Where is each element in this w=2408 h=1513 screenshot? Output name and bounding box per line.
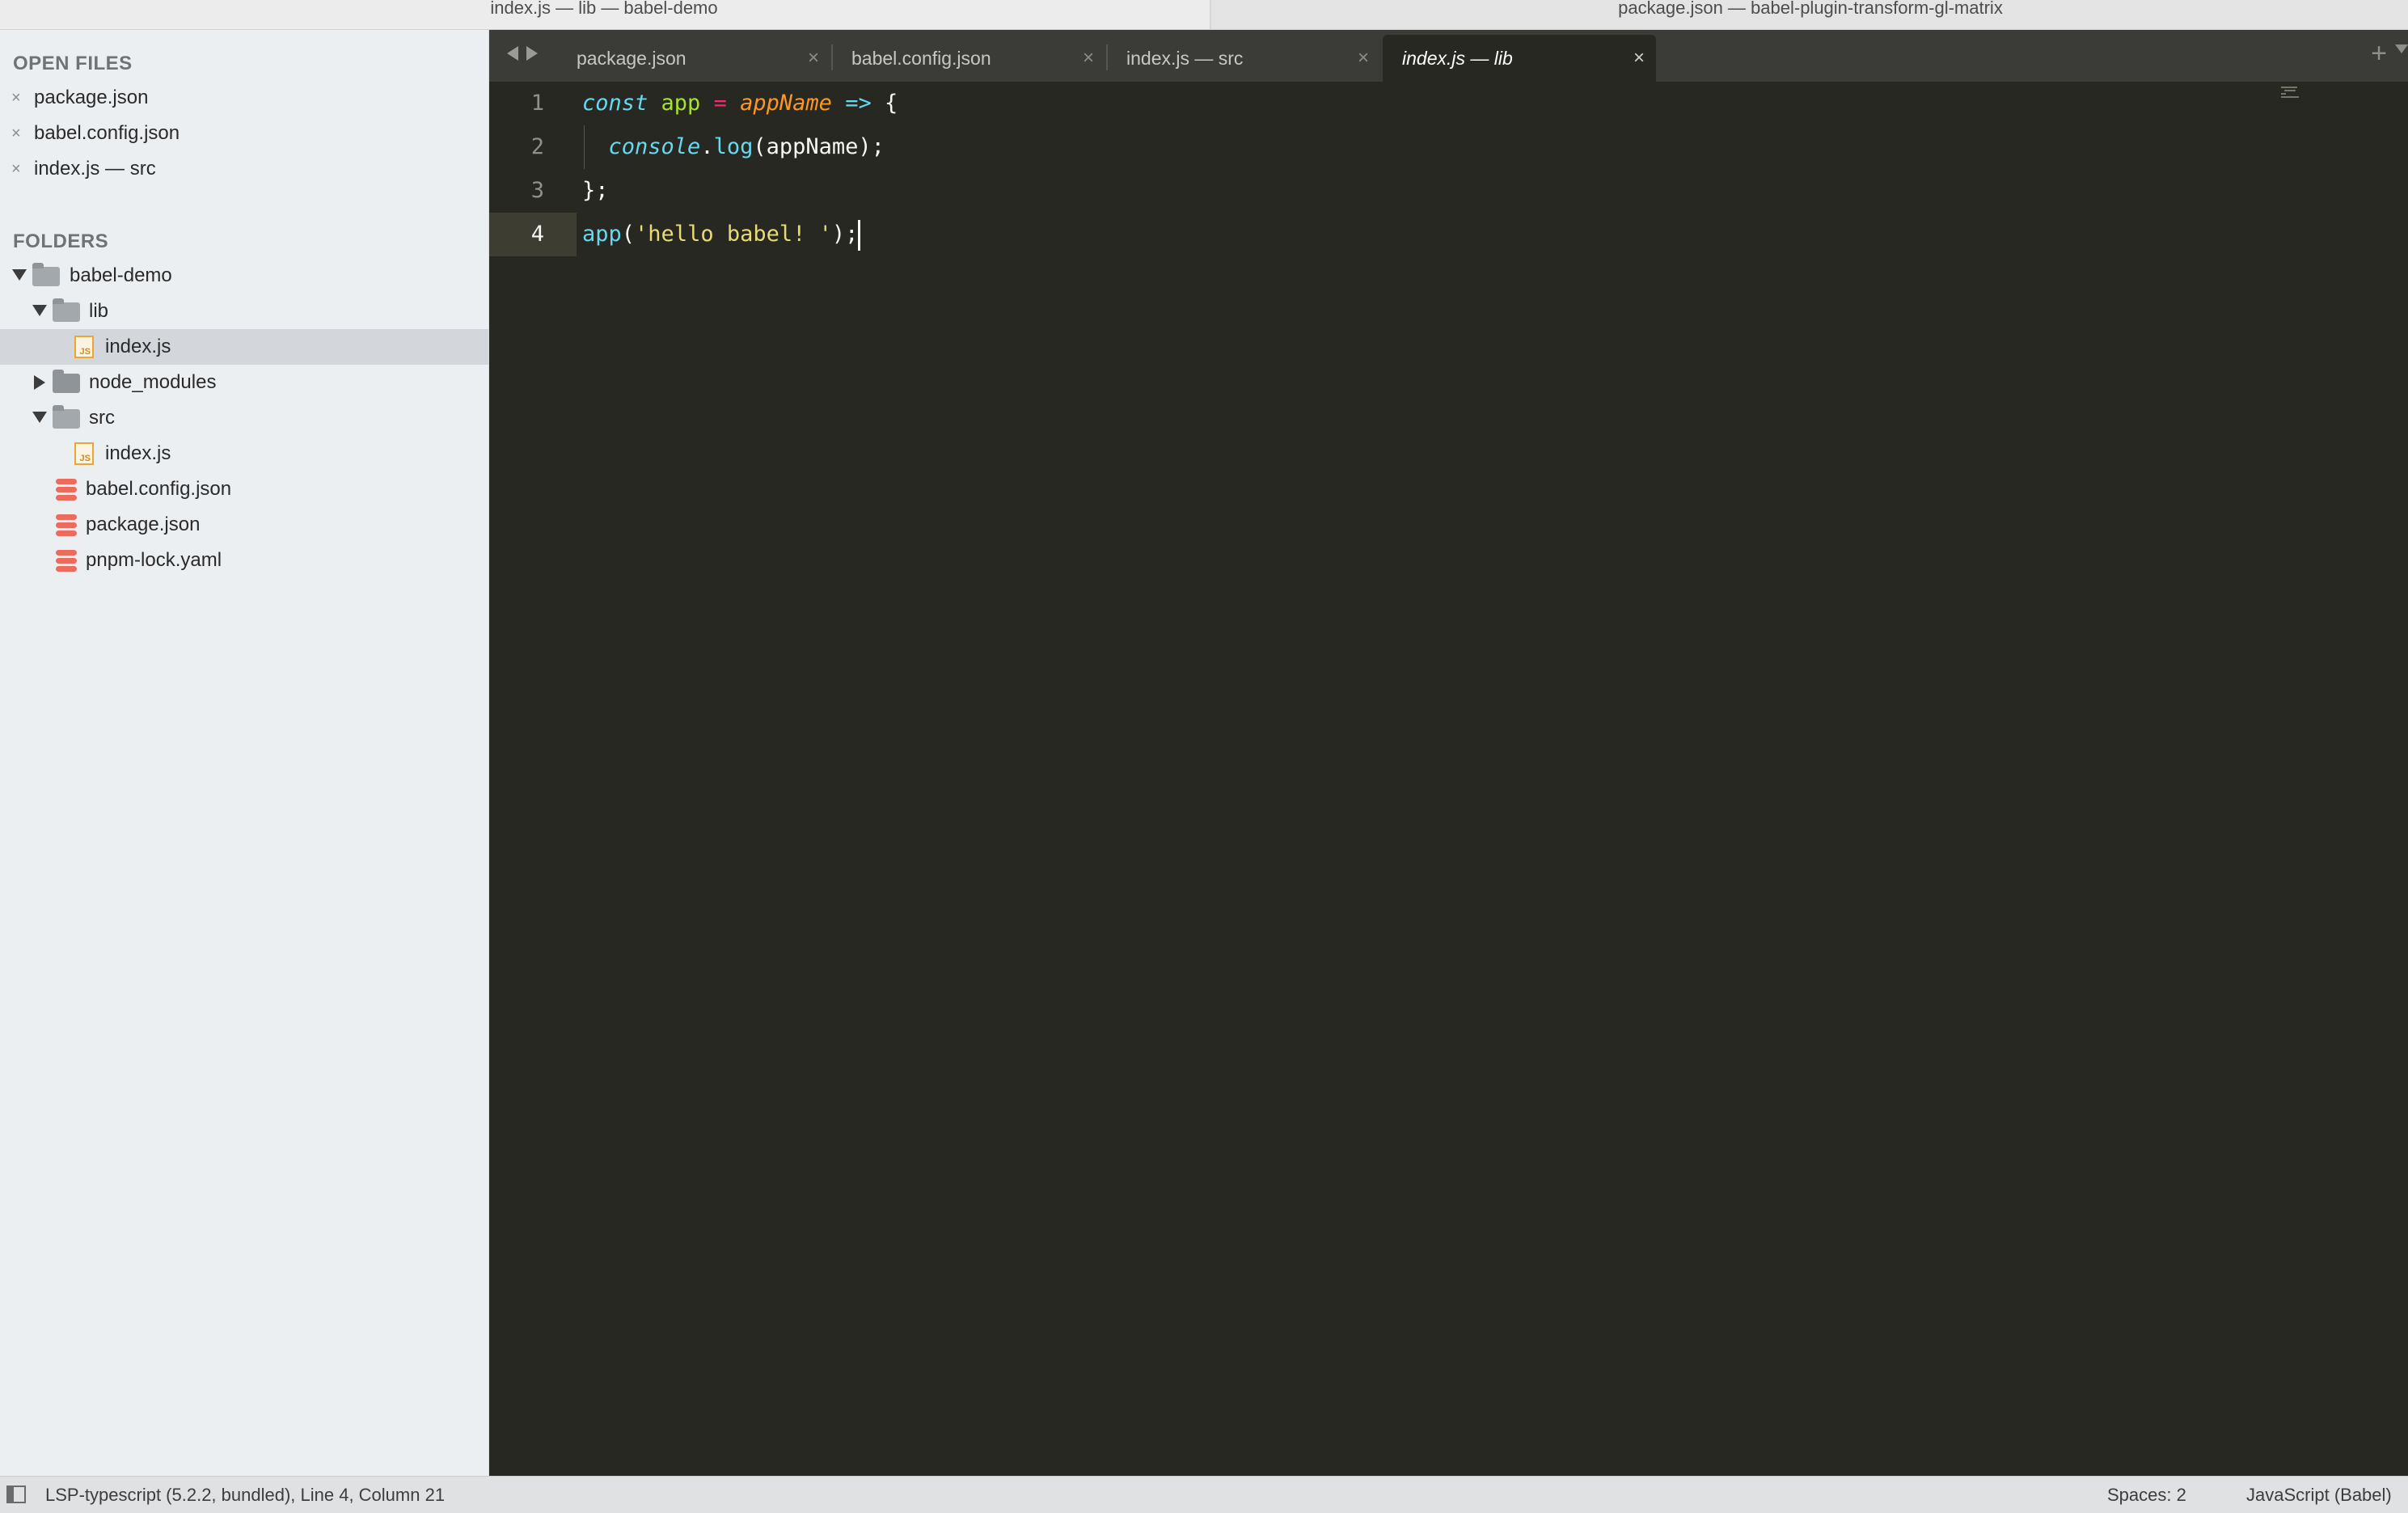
open-file-babel-config[interactable]: × babel.config.json (0, 116, 488, 151)
code-token: ); (831, 222, 859, 247)
js-file-icon: JS (74, 336, 94, 358)
code-token: { (871, 91, 898, 116)
chevron-right-icon[interactable] (34, 375, 45, 390)
chevron-right-icon[interactable] (526, 46, 538, 61)
minimap[interactable] (2281, 87, 2302, 98)
close-icon[interactable]: × (1083, 35, 1094, 82)
code-token: app (582, 222, 622, 247)
line-number: 1 (530, 91, 544, 116)
tree-label: node_modules (89, 371, 217, 393)
folders-header: FOLDERS (13, 230, 109, 252)
window-titlebar: index.js — lib — babel-demo package.json… (0, 0, 2408, 30)
tree-label: babel-demo (70, 264, 172, 286)
open-file-label: index.js — src (34, 158, 156, 180)
code-line[interactable]: console.log(appName); (582, 125, 885, 169)
tab-index-src[interactable]: index.js — src × (1107, 35, 1380, 82)
close-icon[interactable]: × (11, 116, 21, 151)
code-token: appName (740, 91, 832, 116)
tab-bar: package.json × babel.config.json × index… (489, 30, 2408, 82)
json-file-icon (56, 514, 77, 537)
window-title-right[interactable]: package.json — babel-plugin-transform-gl… (1210, 0, 2408, 29)
tree-label: pnpm-lock.yaml (86, 549, 222, 571)
tree-folder-node-modules[interactable]: node_modules (0, 365, 488, 400)
line-number: 2 (530, 134, 544, 159)
code-token: const (582, 91, 648, 116)
line-number: 3 (530, 178, 544, 203)
code-editor[interactable]: 1 2 3 4 const app = appName => { console… (489, 82, 2408, 1476)
line-number-current: 4 (530, 222, 544, 247)
tree-label: package.json (86, 513, 201, 535)
tab-babel-config[interactable]: babel.config.json × (832, 35, 1105, 82)
close-icon[interactable]: × (1633, 35, 1645, 82)
chevron-left-icon[interactable] (507, 46, 518, 61)
close-icon[interactable]: × (808, 35, 819, 82)
chevron-down-icon[interactable] (32, 305, 47, 316)
open-files-header: OPEN FILES (13, 53, 133, 74)
status-syntax[interactable]: JavaScript (Babel) (2246, 1477, 2392, 1513)
close-icon[interactable]: × (11, 80, 21, 116)
tab-label: babel.config.json (851, 48, 991, 69)
folder-icon (53, 298, 80, 322)
code-line[interactable]: app('hello babel! '); (582, 213, 861, 256)
folder-icon (53, 405, 80, 429)
tree-label: index.js (105, 336, 171, 357)
json-file-icon (56, 479, 77, 501)
code-token: }; (582, 178, 609, 203)
folder-icon (32, 263, 60, 286)
code-token: console (608, 134, 701, 159)
tab-label: index.js — src (1126, 48, 1244, 69)
status-indentation[interactable]: Spaces: 2 (2107, 1477, 2186, 1513)
code-token: ( (621, 222, 636, 247)
close-icon[interactable]: × (1358, 35, 1369, 82)
yaml-file-icon (56, 550, 77, 573)
open-file-index-src[interactable]: × index.js — src (0, 151, 488, 187)
tree-file-pnpm-lock[interactable]: pnpm-lock.yaml (0, 543, 488, 578)
sidebar-toggle-icon[interactable] (6, 1486, 26, 1503)
tree-folder-src[interactable]: src (0, 400, 488, 436)
code-token: => (845, 91, 872, 116)
tab-label: index.js — lib (1402, 48, 1513, 69)
open-file-package-json[interactable]: × package.json (0, 80, 488, 116)
tree-label: babel.config.json (86, 478, 232, 500)
tab-label: package.json (577, 48, 686, 69)
chevron-down-icon[interactable] (2395, 44, 2408, 53)
code-token: = (713, 91, 727, 116)
open-file-label: package.json (34, 87, 149, 108)
tree-file-lib-index-js[interactable]: JS index.js (0, 329, 488, 365)
status-bar: LSP-typescript (5.2.2, bundled), Line 4,… (0, 1476, 2408, 1513)
tab-package-json[interactable]: package.json × (557, 35, 830, 82)
chevron-down-icon[interactable] (12, 269, 27, 281)
js-file-icon: JS (74, 442, 94, 465)
tree-folder-babel-demo[interactable]: babel-demo (0, 258, 488, 294)
open-file-label: babel.config.json (34, 122, 180, 144)
chevron-down-icon[interactable] (32, 412, 47, 423)
sidebar: OPEN FILES × package.json × babel.config… (0, 30, 489, 1476)
tree-label: index.js (105, 442, 171, 464)
code-line[interactable]: }; (582, 169, 609, 213)
window-title-left: index.js — lib — babel-demo (0, 0, 1208, 29)
tree-file-package-json[interactable]: package.json (0, 507, 488, 543)
code-token: log (713, 134, 754, 159)
code-token: 'hello babel! ' (635, 222, 832, 247)
folder-icon (53, 370, 80, 393)
text-cursor (858, 219, 861, 251)
plus-icon[interactable]: + (2371, 38, 2387, 70)
code-line[interactable]: const app = appName => { (582, 82, 898, 125)
tree-file-src-index-js[interactable]: JS index.js (0, 436, 488, 471)
code-token: app (661, 91, 701, 116)
tree-label: lib (89, 300, 109, 322)
code-token: . (700, 134, 714, 159)
close-icon[interactable]: × (11, 151, 21, 187)
tab-index-lib[interactable]: index.js — lib × (1383, 35, 1656, 82)
code-token: (appName); (753, 134, 885, 159)
tree-file-babel-config[interactable]: babel.config.json (0, 471, 488, 507)
tree-label: src (89, 407, 115, 429)
tree-folder-lib[interactable]: lib (0, 294, 488, 329)
status-lsp-position: LSP-typescript (5.2.2, bundled), Line 4,… (45, 1485, 446, 1505)
